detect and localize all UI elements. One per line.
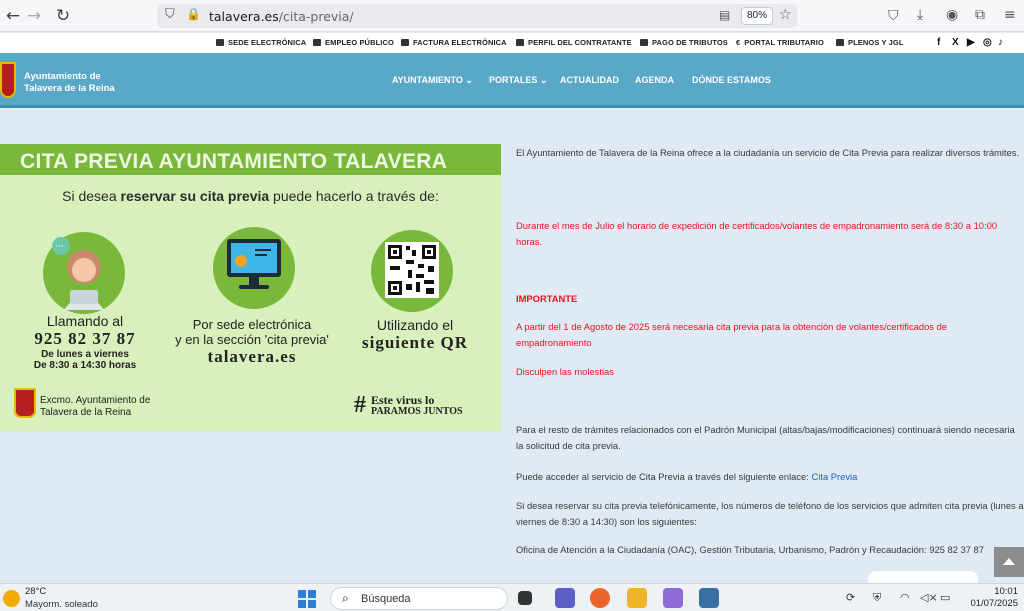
- gavel-icon: [836, 39, 844, 46]
- headset-operator-icon: ···: [52, 237, 104, 310]
- padron-text: Para el resto de trámites relacionados c…: [516, 424, 1015, 451]
- topbar-empleo[interactable]: EMPLEO PÚBLICO: [313, 38, 394, 47]
- site-header: Ayuntamiento de Talavera de la Reina AYU…: [0, 53, 1024, 107]
- facebook-icon[interactable]: f: [937, 37, 940, 48]
- operator-circle: ···: [43, 232, 125, 314]
- intro-text: El Ayuntamiento de Talavera de la Reina …: [516, 147, 1020, 158]
- july-notice: Durante el mes de Julio el horario de ex…: [516, 220, 998, 247]
- search-icon: ⌕: [342, 591, 349, 605]
- sun-icon[interactable]: [3, 590, 20, 607]
- teams-icon[interactable]: [555, 588, 575, 608]
- link-paragraph: Puede acceder al servicio de Cita Previa…: [516, 471, 858, 482]
- instagram-icon[interactable]: ◎: [983, 37, 992, 48]
- topbar-pago[interactable]: PAGO DE TRIBUTOS: [640, 38, 728, 47]
- task-view-icon[interactable]: [518, 591, 532, 605]
- topbar-sede[interactable]: SEDE ELECTRÓNICA: [216, 38, 306, 47]
- download-icon[interactable]: ⤓: [917, 7, 923, 23]
- important-heading: IMPORTANTE: [516, 293, 578, 304]
- pocket-icon[interactable]: ⛉: [888, 8, 899, 24]
- car-icon: [216, 39, 224, 46]
- excmo-ayuntamiento-label: Excmo. Ayuntamiento de Talavera de la Re…: [40, 395, 151, 418]
- tiktok-icon[interactable]: ♪: [998, 37, 1003, 48]
- battery-icon[interactable]: ▭: [940, 591, 950, 604]
- reload-icon[interactable]: ↻: [53, 6, 73, 26]
- wifi-icon[interactable]: ◠: [900, 591, 910, 604]
- oac-phone-text: Oficina de Atención a la Ciudadanía (OAC…: [516, 544, 984, 555]
- system-clock[interactable]: 10:01 01/07/2025: [966, 586, 1018, 610]
- phone-number[interactable]: 925 82 37 87: [10, 329, 160, 349]
- qr-code-icon[interactable]: [371, 230, 453, 312]
- sync-icon[interactable]: ⟳: [846, 591, 855, 604]
- menu-portales[interactable]: PORTALES ⌄: [489, 75, 547, 86]
- taskbar-search[interactable]: ⌕ Búsqueda: [330, 587, 508, 610]
- extensions-icon[interactable]: ⧉: [975, 7, 985, 23]
- phone-column: Llamando al 925 82 37 87 De lunes a vier…: [10, 313, 160, 371]
- topbar-plenos[interactable]: PLENOS Y JGL: [836, 38, 904, 47]
- x-icon[interactable]: X: [952, 37, 959, 48]
- wallet-icon: [640, 39, 648, 46]
- windows-taskbar: 28°C Mayorm. soleado ⌕ Búsqueda ⟳ ⛨ ◠ ◁×…: [0, 583, 1024, 611]
- app-icon[interactable]: [663, 588, 683, 608]
- weather-description[interactable]: Mayorm. soleado: [25, 599, 98, 610]
- weather-temperature[interactable]: 28°C: [25, 586, 46, 597]
- apology-text: Disculpen las molestias: [516, 366, 614, 377]
- invoice-icon: [401, 39, 409, 46]
- reader-view-icon[interactable]: ▤: [719, 8, 730, 22]
- security-icon[interactable]: ⛨: [873, 591, 881, 605]
- back-icon[interactable]: ←: [3, 6, 23, 26]
- town-shield-logo[interactable]: [0, 62, 16, 98]
- talavera-site[interactable]: talavera.es: [170, 347, 334, 367]
- menu-donde-estamos[interactable]: DÓNDE ESTAMOS: [692, 75, 771, 85]
- firefox-icon[interactable]: [590, 588, 610, 608]
- youtube-icon[interactable]: ▶: [967, 37, 975, 48]
- web-column: Por sede electrónica y en la sección 'ci…: [170, 317, 334, 367]
- qr-circle: [371, 230, 453, 312]
- browser-toolbar: ← → ↻ ⛉ 🔒 talavera.es/cita-previa/ ▤ 80%…: [0, 0, 1024, 32]
- banner-subtitle: Si desea reservar su cita previa puede h…: [62, 188, 439, 204]
- forward-icon[interactable]: →: [24, 6, 44, 26]
- city-coat-of-arms: [14, 388, 36, 418]
- august-notice: A partir del 1 de Agosto de 2025 será ne…: [516, 321, 948, 348]
- address-bar[interactable]: ⛉ 🔒 talavera.es/cita-previa/ ▤ 80% ☆: [157, 4, 797, 28]
- volume-icon[interactable]: ◁×: [920, 591, 938, 604]
- header-divider: [0, 105, 1024, 108]
- edit-icon: [516, 39, 524, 46]
- remote-app-icon[interactable]: [699, 588, 719, 608]
- cita-previa-link[interactable]: Cita Previa: [811, 471, 857, 482]
- file-explorer-icon[interactable]: [627, 588, 647, 608]
- banner-title: CITA PREVIA AYUNTAMIENTO TALAVERA: [20, 150, 448, 173]
- url-text[interactable]: talavera.es/cita-previa/: [209, 9, 354, 24]
- scroll-to-top-button[interactable]: [994, 547, 1024, 577]
- cita-previa-banner: CITA PREVIA AYUNTAMIENTO TALAVERA Si des…: [0, 144, 501, 431]
- topbar-portal[interactable]: € PORTAL TRIBUTARIO: [736, 38, 824, 47]
- computer-circle: [213, 227, 295, 309]
- topbar-factura[interactable]: FACTURA ELECTRÓNICA: [401, 38, 507, 47]
- euro-icon: €: [736, 38, 741, 47]
- bookmark-star-icon[interactable]: ☆: [779, 7, 792, 23]
- phone-info-text: Si desea reservar su cita previa telefón…: [516, 500, 1024, 527]
- computer-icon: [227, 239, 281, 289]
- zoom-level[interactable]: 80%: [741, 7, 773, 25]
- svg-text:···: ···: [55, 242, 64, 252]
- building-icon: [313, 39, 321, 46]
- menu-agenda[interactable]: AGENDA: [635, 75, 674, 85]
- site-title[interactable]: Ayuntamiento de Talavera de la Reina: [24, 71, 115, 95]
- menu-actualidad[interactable]: ACTUALIDAD: [560, 75, 619, 85]
- topbar-perfil[interactable]: PERFIL DEL CONTRATANTE: [516, 38, 632, 47]
- menu-icon[interactable]: ≡: [1004, 7, 1016, 23]
- lock-icon[interactable]: 🔒: [186, 7, 201, 21]
- banner-title-bar: CITA PREVIA AYUNTAMIENTO TALAVERA: [0, 144, 501, 175]
- account-icon[interactable]: ◉: [946, 7, 958, 23]
- shield-icon[interactable]: ⛉: [165, 7, 175, 22]
- qr-column: Utilizando el siguiente QR: [362, 317, 468, 352]
- menu-ayuntamiento[interactable]: AYUNTAMIENTO ⌄: [392, 75, 473, 86]
- windows-start-icon[interactable]: [298, 590, 316, 608]
- utility-bar: SEDE ELECTRÓNICA EMPLEO PÚBLICO FACTURA …: [0, 33, 1024, 53]
